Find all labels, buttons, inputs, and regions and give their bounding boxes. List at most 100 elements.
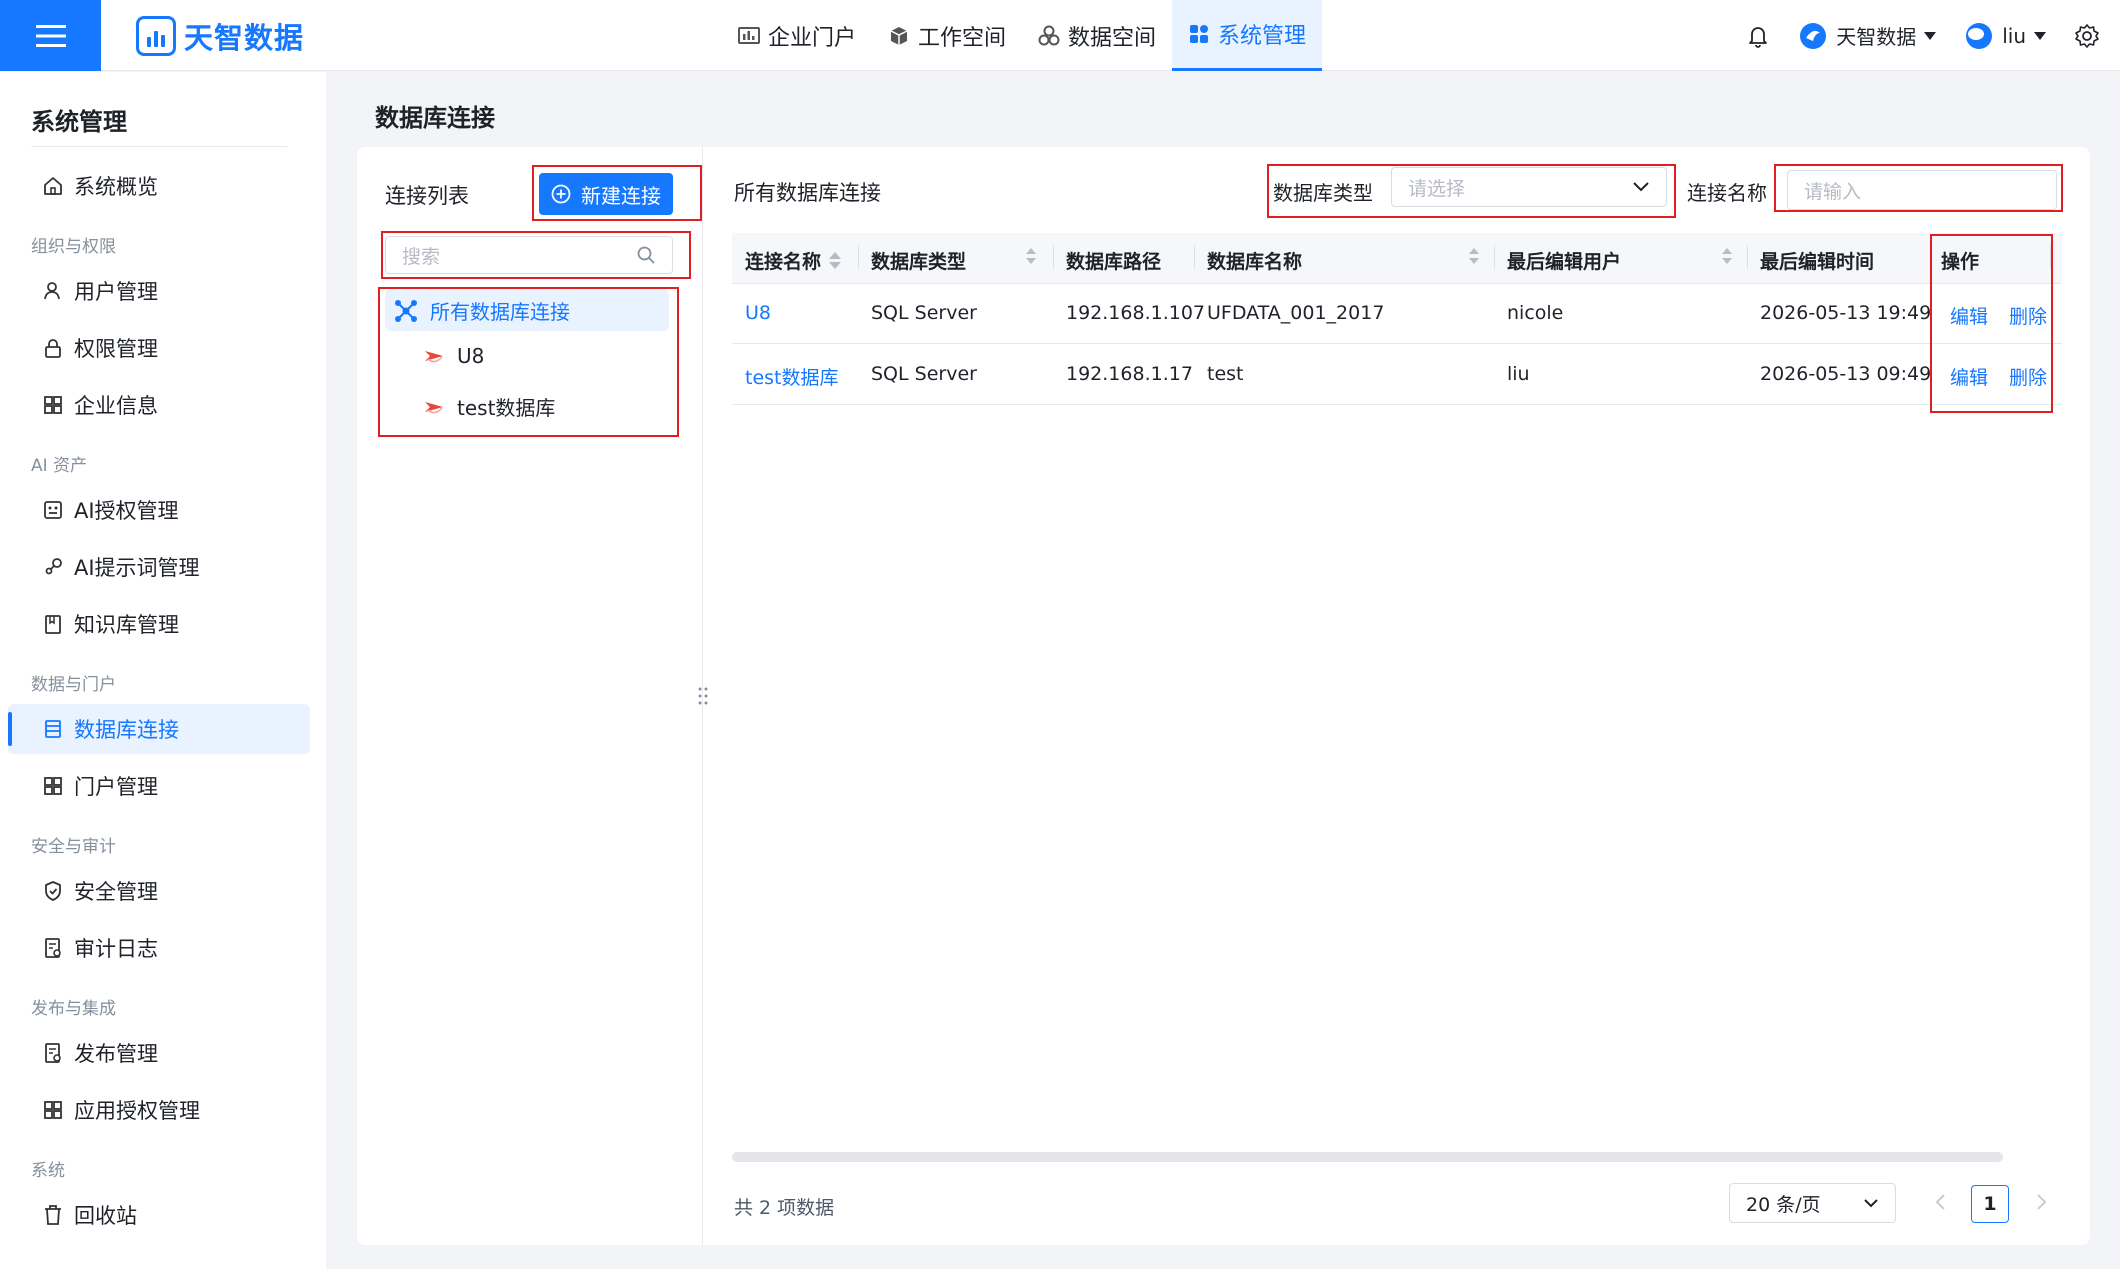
sidebar-item-database-connection[interactable]: 数据库连接 [8,704,310,754]
cubes-icon [1038,25,1060,45]
org-avatar-icon [1800,22,1827,49]
column-label: 连接名称 [745,250,822,273]
sidebar-item-app-authorization[interactable]: 应用授权管理 [8,1085,310,1135]
menu-button[interactable] [0,0,101,71]
column-label: 数据库类型 [871,250,967,273]
chevron-left-icon[interactable] [1934,1193,1946,1211]
highlight-box [1267,164,1676,218]
book-icon [45,615,61,634]
row-db-type: SQL Server [871,302,977,324]
user-icon [44,282,60,300]
page-size-value: 20 条/页 [1746,1193,1821,1216]
notifications-button[interactable] [1746,24,1770,48]
row-db-path: 192.168.1.17 [1066,363,1193,385]
page-button-current[interactable]: 1 [1971,1185,2009,1223]
total-count: 共 2 项数据 [734,1197,835,1219]
sidebar-item-publish-management[interactable]: 发布管理 [8,1028,310,1078]
brand-name: 天智数据 [184,21,305,55]
column-label: 数据库路径 [1066,250,1162,273]
sidebar-group-label: AI 资产 [31,456,88,476]
highlight-box [1930,234,2053,413]
connection-list-title: 连接列表 [385,184,469,208]
sidebar-item-permission-management[interactable]: 权限管理 [8,323,310,373]
grid-icon [1190,25,1209,43]
cube-icon [890,26,908,45]
caret-down-icon [1924,31,1937,40]
row-last-time: 2026-05-13 19:49:14 [1760,302,1932,324]
sidebar-title: 系统管理 [31,108,127,136]
user-avatar-icon [1966,22,1993,49]
user-menu[interactable]: liu [1964,21,2046,51]
sidebar-item-user-management[interactable]: 用户管理 [8,266,310,316]
column-header-name[interactable]: 连接名称 [745,237,842,283]
settings-button[interactable] [2074,23,2100,49]
sidebar-item-label: 用户管理 [74,280,158,304]
sidebar-item-recycle-bin[interactable]: 回收站 [8,1190,310,1240]
sidebar-item-ai-authorization[interactable]: AI授权管理 [8,485,310,535]
horizontal-scrollbar[interactable] [732,1152,2003,1162]
nav-data-space[interactable]: 数据空间 [1022,0,1172,71]
sidebar-item-portal-management[interactable]: 门户管理 [8,761,310,811]
row-db-name: UFDATA_001_2017 [1207,302,1385,324]
nav-workspace[interactable]: 工作空间 [872,0,1022,71]
chevron-right-icon[interactable] [2036,1193,2048,1211]
sidebar-group-label: 安全与审计 [31,837,116,857]
column-header-path: 数据库路径 [1066,237,1161,283]
column-separator [1747,245,1748,269]
sidebar-item-ai-prompt[interactable]: AI提示词管理 [8,542,310,592]
sort-icon[interactable] [1025,246,1037,266]
database-icon [45,720,61,738]
sidebar-item-audit-log[interactable]: 审计日志 [8,923,310,973]
row-divider [732,404,2062,405]
column-header-db-name: 数据库名称 [1207,237,1302,283]
trash-icon [45,1205,61,1225]
nav-system-management[interactable]: 系统管理 [1172,0,1323,71]
sidebar-item-label: 应用授权管理 [74,1099,200,1123]
column-separator [1194,245,1195,269]
audit-icon [45,938,61,958]
sidebar-item-label: 发布管理 [74,1042,158,1066]
sidebar-item-company-info[interactable]: 企业信息 [8,380,310,430]
org-switcher[interactable]: 天智数据 [1798,21,1937,51]
sidebar-group-label: 系统 [31,1161,65,1181]
top-bar: 天智数据 企业门户 工作空间 数据空间 系统管理 天智数据 liu [0,0,2120,71]
row-divider [732,343,2062,344]
sidebar-item-security-management[interactable]: 安全管理 [8,866,310,916]
shield-icon [45,881,61,901]
sidebar-item-knowledge-base[interactable]: 知识库管理 [8,599,310,649]
sort-icon[interactable] [1721,246,1733,266]
sort-icon[interactable] [1468,246,1480,266]
brand-logo[interactable]: 天智数据 [136,14,304,58]
sidebar-item-label: 安全管理 [74,880,158,904]
robot-icon [44,501,62,519]
column-label: 最后编辑用户 [1507,250,1622,273]
connection-name-filter-label: 连接名称 [1687,181,1767,205]
gear-icon [2075,23,2099,48]
sidebar-item-label: AI授权管理 [74,499,179,523]
sidebar-item-label: 数据库连接 [74,718,179,742]
chevron-down-icon [1864,1199,1878,1208]
highlight-box [1774,164,2063,212]
bell-icon [1749,26,1768,48]
column-separator [858,245,859,269]
nav-label: 工作空间 [918,25,1007,51]
link-icon [45,558,62,575]
drag-handle-icon[interactable] [697,686,709,706]
row-connection-name-link[interactable]: U8 [745,302,771,324]
publish-icon [45,1043,61,1063]
sort-icon[interactable] [829,251,842,269]
sidebar-item-label: 门户管理 [74,775,158,799]
highlight-box [378,287,679,437]
page-title: 数据库连接 [375,104,495,132]
row-last-user: liu [1507,363,1530,385]
sidebar-item-label: AI提示词管理 [74,556,200,580]
nav-enterprise-portal[interactable]: 企业门户 [722,0,872,71]
highlight-box [381,231,691,279]
page-size-select[interactable]: 20 条/页 [1729,1183,1896,1223]
column-separator [1494,245,1495,269]
sidebar-item-overview[interactable]: 系统概览 [8,161,310,211]
main-nav: 企业门户 工作空间 数据空间 系统管理 [722,0,1323,71]
sidebar-item-label: 企业信息 [74,394,158,418]
row-last-time: 2026-05-13 09:49:41 [1760,363,1932,385]
row-connection-name-link[interactable]: test数据库 [745,363,839,390]
